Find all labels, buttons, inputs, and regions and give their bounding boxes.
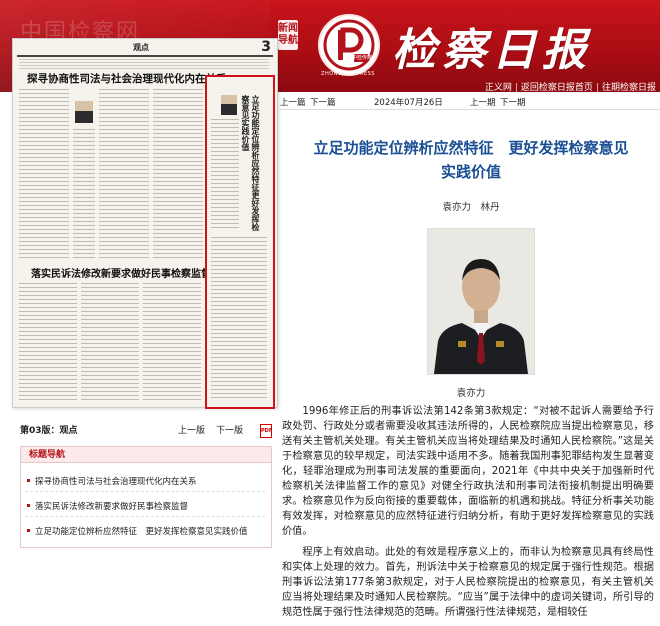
newspaper-column-text: [99, 89, 149, 259]
article-title: 立足功能定位辨析应然特征 更好发挥检察意见 实践价值: [282, 136, 660, 184]
article-top-nav: 上一篇 下一篇 2024年07月26日 上一期 下一期: [278, 95, 660, 110]
nav-item[interactable]: 探寻协商性司法与社会治理现代化内在关系: [27, 475, 271, 487]
nav-divider: [25, 516, 265, 517]
newspaper-column-text: [19, 89, 69, 259]
newspaper-page-header: 观点 3: [17, 39, 273, 57]
page-selector-row: 第03版：观点 上一版 下一版: [20, 423, 270, 439]
header-links: 正义网 | 返回检察日报首页 | 往期检察日报: [484, 83, 656, 92]
article-title-line-2: 实践价值: [440, 163, 501, 181]
newspaper-author-photo: [75, 101, 93, 123]
newspaper-column-text: [19, 283, 203, 401]
prev-issue-link[interactable]: 上一期: [470, 96, 496, 108]
link-justice-net[interactable]: 正义网: [485, 83, 512, 92]
article-authors: 袁亦力 林丹: [442, 202, 500, 213]
next-article-link[interactable]: 下一篇: [310, 96, 336, 108]
logo-emblem-icon: [323, 19, 375, 71]
author-portrait-image: [428, 229, 534, 374]
highlighted-article-region[interactable]: 立足功能定位辨析应然特征更好发挥检察意见实践价值: [205, 75, 275, 409]
nav-divider: [25, 491, 265, 492]
newspaper-page-thumbnail[interactable]: 观点 3 探寻协商性司法与社会治理现代化内在关系 落实民诉法修改新要求做好民事检…: [12, 38, 278, 409]
article-body: 1996年修正后的刑事诉讼法第142条第3款规定：“对被不起诉人需要给予行政处罚…: [282, 404, 654, 626]
highlighted-vertical-title: 立足功能定位辨析应然特征更好发挥检察意见实践价值: [241, 95, 261, 231]
newspaper-headline-2[interactable]: 落实民诉法修改新要求做好民事检察监督: [31, 265, 211, 280]
article-title-line-1: 立足功能定位辨析应然特征 更好发挥检察意见: [313, 139, 629, 157]
photo-caption: 袁亦力: [456, 388, 486, 399]
issue-date: 2024年07月26日: [374, 98, 443, 108]
newspaper-column-text: [73, 129, 95, 259]
current-page-label: 第03版：观点: [20, 426, 78, 436]
link-archive[interactable]: 往期检察日报: [602, 83, 656, 92]
newspaper-section: 观点: [133, 43, 149, 52]
logo-badge: 中检传媒: [351, 55, 372, 61]
procuratorate-logo: 中检传媒: [318, 14, 380, 76]
highlighted-column-text: [211, 237, 267, 401]
nav-item[interactable]: 立足功能定位辨析应然特征 更好发挥检察意见实践价值: [27, 525, 271, 537]
newspaper-column-text: [153, 89, 203, 259]
highlighted-column-text: [211, 119, 239, 231]
next-issue-link[interactable]: 下一期: [500, 96, 526, 108]
newspaper-intro-text: [19, 59, 269, 69]
article-paragraph: 1996年修正后的刑事诉讼法第142条第3款规定：“对被不起诉人需要给予行政处罚…: [282, 406, 654, 537]
prev-page-link[interactable]: 上一版: [178, 423, 205, 436]
author-photo: [427, 228, 535, 375]
newspaper-title: 检察日报: [392, 25, 592, 76]
logo-caption: ZHONGJIAN PRESS: [321, 71, 375, 77]
news-nav-tag[interactable]: 新闻导航: [278, 20, 298, 50]
nav-item[interactable]: 落实民诉法修改新要求做好民事检察监督: [27, 500, 271, 512]
newspaper-headline-1[interactable]: 探寻协商性司法与社会治理现代化内在关系: [27, 71, 227, 86]
headline-navigation-title: 标题导航: [21, 447, 271, 463]
highlighted-author-photo: [221, 95, 237, 115]
link-home[interactable]: 返回检察日报首页: [521, 83, 593, 92]
headline-navigation: 标题导航 探寻协商性司法与社会治理现代化内在关系 落实民诉法修改新要求做好民事检…: [20, 446, 272, 548]
newspaper-page-number: 3: [261, 39, 271, 55]
prev-article-link[interactable]: 上一篇: [280, 96, 306, 108]
article-paragraph: 程序上有效启动。此处的有效是程序意义上的，而非认为检察意见具有终局性和实体上处理…: [282, 547, 654, 618]
next-page-link[interactable]: 下一版: [216, 423, 243, 436]
pdf-download-icon[interactable]: PDF: [260, 424, 272, 438]
